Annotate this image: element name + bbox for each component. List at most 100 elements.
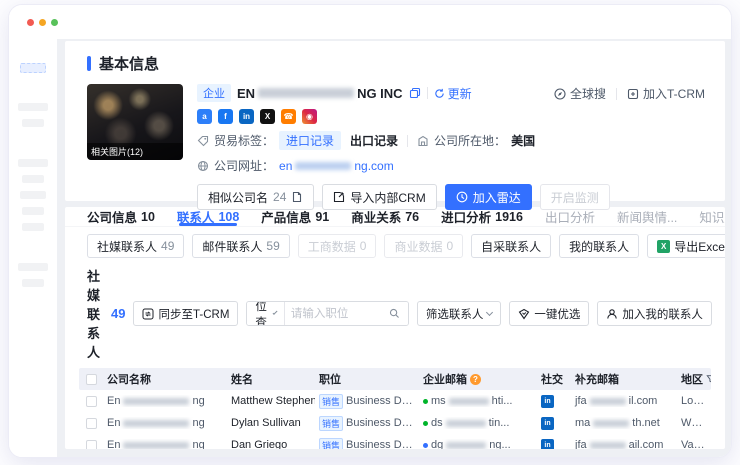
window-dot[interactable] [27,19,34,26]
redacted-text [590,398,626,405]
job-query-dropdown[interactable]: 职位查询 [247,302,285,325]
sidebar-skeleton-item [22,279,44,287]
cell-social: in [537,439,571,450]
cell-name: Dan Griego [227,439,315,449]
window-dot[interactable] [39,19,46,26]
search-icon [389,308,400,319]
filter-chip[interactable]: 自采联系人 [471,234,551,258]
tab-item[interactable]: 商业关系76 [351,207,419,226]
tab-item[interactable]: 出口分析 [545,207,595,226]
sidebar-skeleton-item [22,207,44,215]
sync-tcrm-button[interactable]: 同步至T-CRM [133,301,238,326]
filter-chip[interactable]: 社媒联系人49 [87,234,184,258]
copy-icon[interactable] [409,87,421,99]
row-checkbox[interactable] [86,418,97,429]
document-icon [291,191,303,203]
tab-item[interactable]: 进口分析1916 [441,207,523,226]
import-records-tag[interactable]: 进口记录 [279,131,341,150]
filter-chip[interactable]: 我的联系人 [559,234,639,258]
filter-funnel-icon[interactable] [706,374,711,384]
company-name: EN NG INC [237,86,403,101]
filter-chip[interactable]: 邮件联系人59 [192,234,289,258]
company-info-card: 基本信息 全球搜 加入T-CRM 相关图片(12) [65,41,725,201]
tab-item[interactable]: 产品信息91 [261,207,329,226]
dept-tag: 销售 [319,438,343,450]
filter-contacts-dropdown[interactable]: 筛选联系人 [417,301,502,326]
update-button[interactable]: 更新 [434,85,472,102]
filter-chip[interactable]: 商业数据0 [384,234,463,258]
x-twitter-icon[interactable]: X [260,109,275,124]
window-controls [27,19,58,26]
tabs: 公司信息10 联系人108 产品信息91 商业关系76 进口分析1916 出口分析 新闻舆情… [65,207,725,227]
divider [427,87,428,99]
linkedin-icon[interactable]: in [541,439,554,450]
export-excel-button[interactable]: X 导出Excel [647,234,725,258]
sidebar-skeleton-item [20,63,46,73]
instagram-icon[interactable]: ◉ [302,109,317,124]
email-status-dot [423,443,428,448]
redacted-text [446,442,486,449]
cell-region: Vancouver, British Colu... [677,439,711,449]
trade-tags-label: 贸易标签： [214,132,274,149]
cell-email: dgng... [419,439,537,449]
linkedin-icon[interactable]: in [541,395,554,408]
linkedin-icon[interactable]: in [239,109,254,124]
window-dot[interactable] [51,19,58,26]
row-checkbox[interactable] [86,396,97,407]
global-search-button[interactable]: 全球搜 [554,85,606,102]
sidebar-skeleton-item [22,223,44,231]
import-icon [333,191,345,203]
redacted-text [123,420,189,427]
globe-icon [197,160,209,172]
job-title-input[interactable] [285,302,381,325]
cell-region: Los Angeles [677,395,711,407]
cell-position: 销售Business Devel... [315,438,419,450]
photo-caption: 相关图片(12) [87,143,183,160]
cell-alt-email: math.net [571,417,677,429]
entity-type-badge: 企业 [197,84,231,102]
redacted-text [446,420,486,427]
table-row[interactable]: Enng Dylan Sullivan 销售Business Devel... … [79,412,711,434]
facebook-icon[interactable]: f [218,109,233,124]
select-all-checkbox[interactable] [86,374,97,385]
linkedin-icon[interactable]: in [541,417,554,430]
help-icon[interactable]: ? [470,374,481,385]
website-label: 公司网址： [214,157,274,174]
app-window: 基本信息 全球搜 加入T-CRM 相关图片(12) [8,4,732,458]
row-checkbox[interactable] [86,440,97,450]
filter-chip[interactable]: 工商数据0 [298,234,377,258]
redacted-text [593,420,629,427]
tab-item[interactable]: 公司信息10 [87,207,155,226]
sidebar-skeleton-item [18,103,48,111]
phone-icon[interactable]: ☎ [281,109,296,124]
table-row[interactable]: Enng Matthew Stephen 销售Business Devel...… [79,390,711,412]
divider [407,135,408,147]
company-photo[interactable]: 相关图片(12) [87,84,183,160]
cell-position: 销售Business Devel... [315,394,419,409]
table-body: Enng Matthew Stephen 销售Business Devel...… [79,390,711,449]
join-tcrm-button[interactable]: 加入T-CRM [627,85,705,102]
table-row[interactable]: Enng Dan Griego 销售Business Devel... dgng… [79,434,711,449]
cell-alt-email: jfail.com [571,395,677,407]
contacts-table: 公司名称 姓名 职位 企业邮箱? 社交 补充邮箱 地区 Enng [79,368,711,449]
social-links: afin X ☎ ◉ [197,109,705,124]
search-button[interactable] [381,302,408,325]
header-corporate-email: 企业邮箱? [419,371,537,387]
location-label: 公司所在地： [434,132,506,149]
email-status-dot [423,399,428,404]
social-app-icon[interactable]: a [197,109,212,124]
cell-region: Wheaton, Illinois, United ... [677,417,711,429]
title-accent-bar [87,56,91,71]
cell-name: Matthew Stephen [227,395,315,407]
location-value: 美国 [511,132,535,149]
add-my-contacts-button[interactable]: 加入我的联系人 [597,301,712,326]
website-link[interactable]: en ng.com [279,159,394,173]
tab-item[interactable]: 联系人108 [177,207,239,226]
quick-optimize-button[interactable]: 一键优选 [509,301,589,326]
sidebar-skeleton-item [22,119,44,127]
export-records-tag[interactable]: 出口记录 [350,132,398,149]
header-alt-email: 补充邮箱 [571,371,677,387]
tab-item[interactable]: 新闻舆情... [617,207,677,226]
compass-icon [554,88,566,100]
tab-item[interactable]: 知识产权 [699,207,725,226]
